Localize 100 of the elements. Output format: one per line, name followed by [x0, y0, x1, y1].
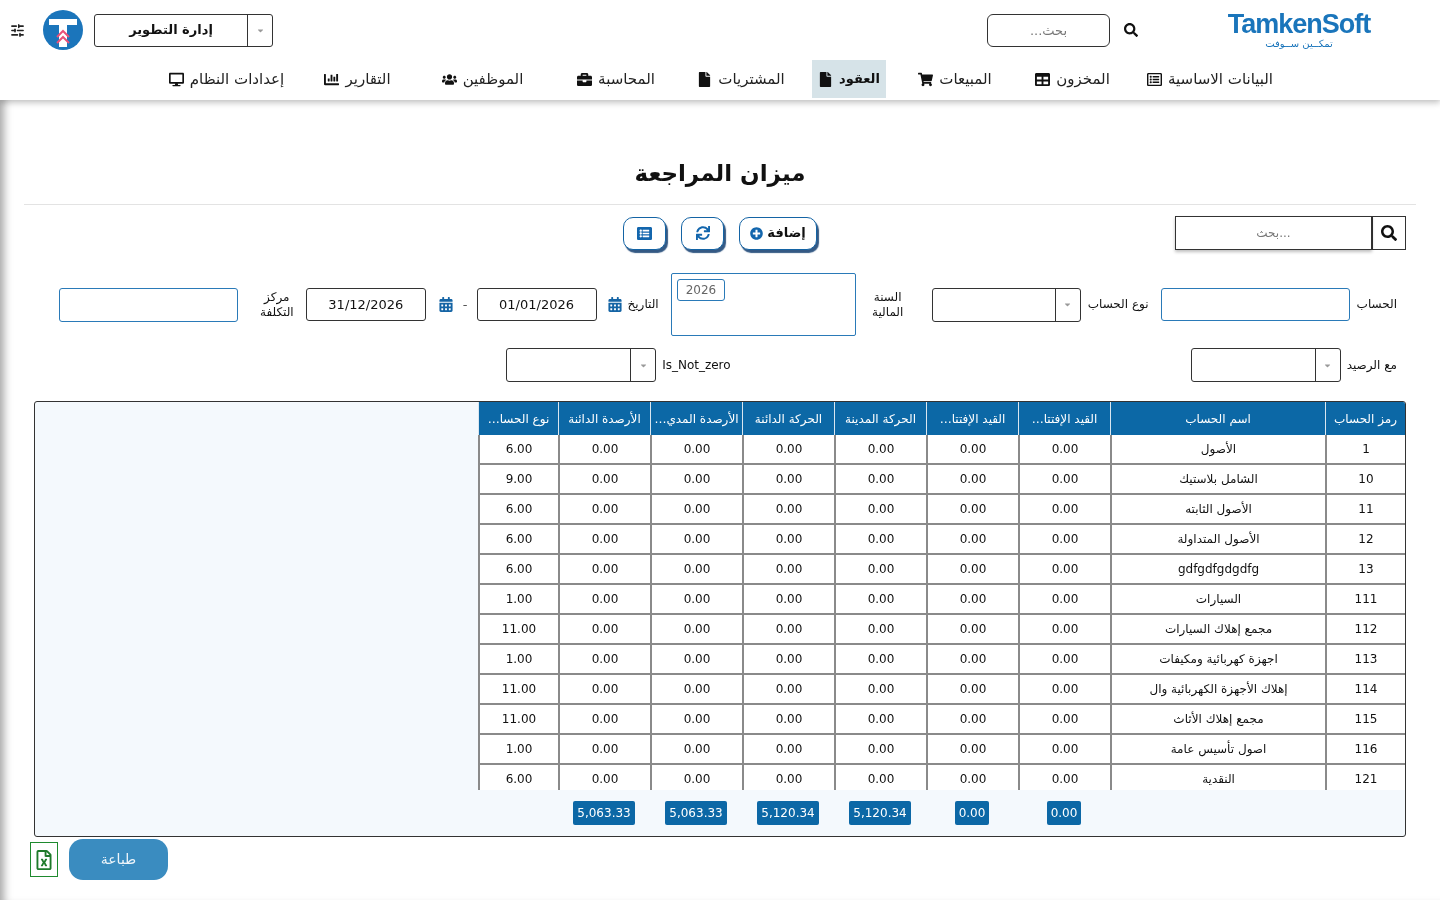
account-type-select[interactable] [931, 287, 1081, 322]
year-select[interactable]: 2026 [670, 273, 856, 336]
table-cell: 0.00 [558, 525, 650, 555]
table-cell: 0.00 [742, 765, 834, 790]
table-cell: 115 [1325, 705, 1405, 735]
total-badge: 0.00 [1046, 800, 1082, 825]
cart-icon [918, 71, 934, 87]
table-cell: 0.00 [1018, 645, 1110, 675]
logo-icon [43, 10, 83, 50]
briefcase-icon [577, 71, 593, 87]
account-field[interactable] [1160, 288, 1350, 321]
search-button[interactable] [1372, 216, 1406, 250]
table-cell: 0.00 [1018, 615, 1110, 645]
table-cell: 11.00 [478, 705, 558, 735]
table-cell: 0.00 [926, 645, 1018, 675]
search-field[interactable]: بحث... [987, 13, 1110, 47]
table-cell: 0.00 [834, 525, 926, 555]
spreadsheet-file-icon [36, 849, 52, 870]
table-cell: 0.00 [742, 495, 834, 525]
date-field[interactable]: 31/12/2026 [305, 288, 426, 321]
total-badge: 5,120.34 [757, 800, 819, 825]
not-zero-select[interactable] [506, 348, 657, 382]
table-cell: 9.00 [478, 465, 558, 495]
table-cell: 113 [1325, 645, 1405, 675]
table-cell: 1.00 [478, 585, 558, 615]
year-tag[interactable]: 2026 [676, 279, 726, 301]
file-icon [818, 71, 834, 87]
table-cell: 0.00 [1018, 585, 1110, 615]
table-cell: 0.00 [650, 735, 742, 765]
table-cell: 0.00 [1018, 765, 1110, 790]
field-label: الحساب [1356, 297, 1397, 312]
table-cell: 0.00 [926, 705, 1018, 735]
table-cell: 1.00 [478, 645, 558, 675]
cost-center-field[interactable] [58, 287, 238, 322]
table-cell: 0.00 [650, 525, 742, 555]
table-cell: 0.00 [742, 585, 834, 615]
table-cell: 0.00 [650, 465, 742, 495]
table-cell: السيارات [1110, 585, 1325, 615]
table-cell: مجمع إهلاك السيارات [1110, 615, 1325, 645]
table-cell: 0.00 [650, 495, 742, 525]
table-cell: 0.00 [742, 465, 834, 495]
table-cell: 1 [1325, 435, 1405, 465]
table-cell: 0.00 [650, 705, 742, 735]
field-label: مركز التكلفة [258, 289, 295, 320]
table-cell: 0.00 [650, 585, 742, 615]
calendar-icon[interactable] [438, 297, 453, 312]
table-cell: 0.00 [926, 585, 1018, 615]
settings-icon[interactable] [10, 22, 25, 38]
balance-select[interactable] [1190, 348, 1341, 382]
list-icon [1147, 71, 1162, 87]
table-cell: 0.00 [926, 765, 1018, 790]
table-cell: 12 [1325, 525, 1405, 555]
nav-item[interactable]: المبيعات [916, 60, 994, 98]
table-cell: 6.00 [478, 765, 558, 790]
table-cell: 0.00 [742, 525, 834, 555]
table-cell: 0.00 [558, 585, 650, 615]
table-cell: 121 [1325, 765, 1405, 790]
list-icon [637, 225, 652, 241]
total-badge: 5,063.33 [573, 800, 635, 825]
table-cell: 111 [1325, 585, 1405, 615]
table-cell: 0.00 [558, 765, 650, 790]
table-cell: 0.00 [558, 645, 650, 675]
list-view-button[interactable] [623, 216, 666, 250]
search-field[interactable]: بحث... [1175, 216, 1372, 250]
total-badge: 0.00 [954, 800, 990, 825]
table-cell: 0.00 [926, 465, 1018, 495]
table-cell: 0.00 [926, 615, 1018, 645]
nav-item[interactable]: العقود [812, 60, 886, 98]
table-cell: 0.00 [1018, 675, 1110, 705]
table-cell: 0.00 [742, 615, 834, 645]
search-icon[interactable] [1124, 23, 1138, 37]
table-cell: 0.00 [558, 465, 650, 495]
total-badge: 5,120.34 [849, 800, 911, 825]
calendar-icon[interactable] [607, 297, 622, 312]
nav-item[interactable]: الموظفين [439, 60, 526, 98]
nav-item[interactable]: المخزون [1033, 60, 1112, 98]
table-cell: 0.00 [834, 555, 926, 585]
add-button[interactable]: إضافة [739, 216, 817, 250]
users-icon [441, 71, 457, 87]
table-cell: 0.00 [834, 495, 926, 525]
table-cell: 0.00 [742, 555, 834, 585]
nav-item[interactable]: البيانات الاساسية [1145, 60, 1275, 98]
field-label: السنة المالية [871, 289, 905, 320]
table-cell: 0.00 [742, 645, 834, 675]
excel-export-button[interactable] [30, 842, 58, 877]
table-cell: 0.00 [558, 735, 650, 765]
table-cell: 0.00 [834, 675, 926, 705]
table-cell: 1.00 [478, 735, 558, 765]
branch-select[interactable]: إدارة التطوير [94, 13, 273, 47]
nav-item[interactable]: المشتريات [695, 60, 787, 98]
field-label: مع الرصيد [1346, 357, 1397, 373]
date-field[interactable]: 01/01/2026 [476, 288, 597, 321]
grid-icon [1035, 71, 1051, 87]
table-cell: 0.00 [558, 615, 650, 645]
refresh-button[interactable] [681, 216, 724, 250]
table-cell: 0.00 [650, 765, 742, 790]
table-cell: 0.00 [650, 435, 742, 465]
nav-item[interactable]: المحاسبة [575, 60, 657, 98]
table-cell: الأصول المتداولة [1110, 525, 1325, 555]
table-cell: 116 [1325, 735, 1405, 765]
